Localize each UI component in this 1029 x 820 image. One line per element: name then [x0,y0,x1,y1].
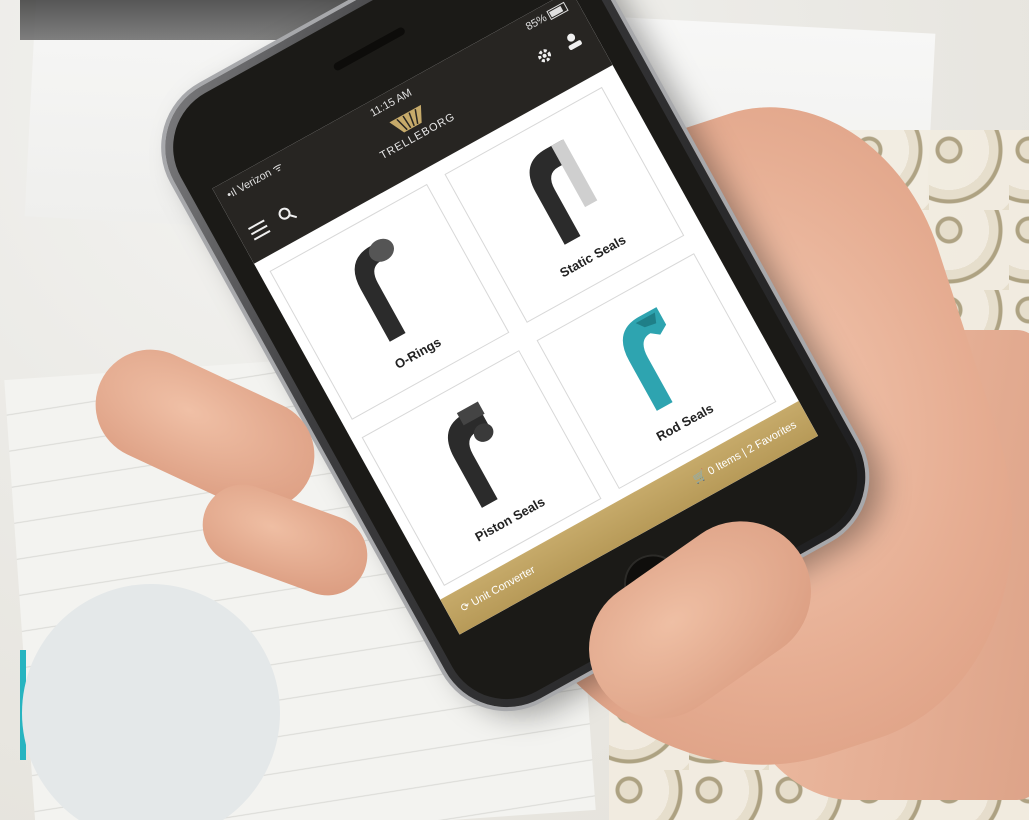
o-ring-image [354,238,406,342]
search-icon[interactable] [275,202,299,226]
battery-icon [546,1,569,21]
piston-seal-image [447,401,498,508]
rod-seal-image [622,307,673,411]
battery-percent: 85% [523,11,550,34]
static-seal-image [529,139,598,245]
gear-icon[interactable] [532,44,556,68]
photo-scene: •ıl Verizon ᯤ 11:15 AM 85% TRELLEBORG O-… [0,0,1029,820]
user-icon[interactable] [560,28,584,52]
hamburger-menu-icon[interactable] [248,219,271,241]
carrier-name: Verizon [235,166,274,196]
